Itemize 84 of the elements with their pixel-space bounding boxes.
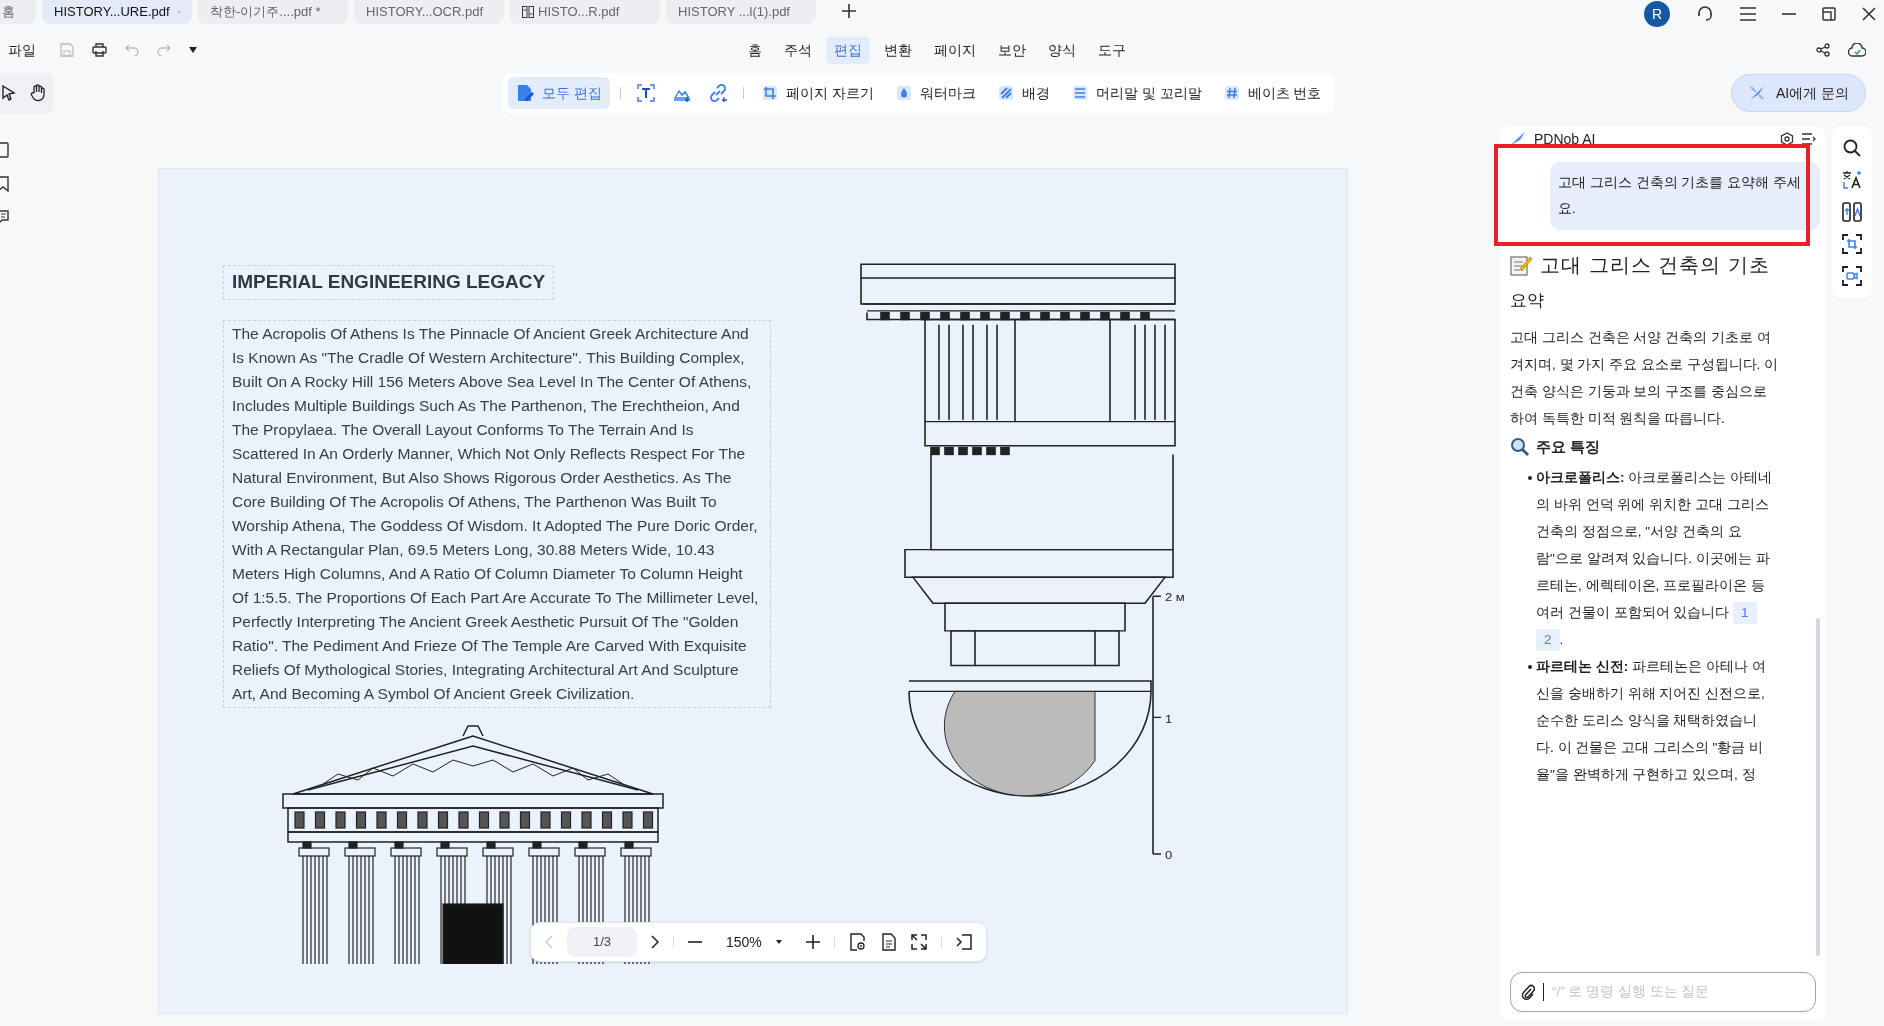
bullet-text: 아크로폴리스: 아크로폴리스는 아테네의 바위 언덕 위에 위치한 고대 그리스 건축의 정점으로, "서양 건축의 요람"으로 알려져 있습니다. 이곳에는 파르테논, 에렉테이온, 프로필라이온 등 여러 건물이 포함되어 있습니다 1 2 .	[1536, 464, 1772, 653]
page-number-field[interactable]: 1/3	[567, 927, 637, 957]
hash-icon	[1223, 85, 1240, 101]
document-tab[interactable]: HISTORY ...l(1).pdf	[666, 0, 816, 24]
document-heading: IMPERIAL ENGINEERING LEGACY	[223, 265, 555, 300]
panel-title: PDNob AI	[1534, 129, 1596, 149]
next-page-icon[interactable]	[651, 935, 659, 949]
document-tab[interactable]: HISTORY...OCR.pdf	[354, 0, 504, 24]
user-message-bubble: 고대 그리스 건축의 기초를 요약해 주세요.	[1550, 162, 1820, 230]
parallel-translate-icon[interactable]	[1842, 202, 1862, 222]
watermark-icon	[895, 85, 912, 101]
exit-panel-icon[interactable]	[955, 934, 972, 950]
document-tab[interactable]: HISTORY...URE.pdf	[42, 0, 192, 24]
share-icon[interactable]	[1816, 43, 1830, 57]
menu-tab[interactable]: 변환	[876, 36, 920, 64]
edit-text-icon[interactable]	[636, 84, 655, 102]
document-tab[interactable]: 착한-이기주....pdf *	[198, 0, 348, 24]
fullscreen-icon[interactable]	[910, 934, 927, 950]
response-title: 고대 그리스 건축의 기초	[1540, 253, 1770, 278]
zoom-in-icon[interactable]	[805, 935, 820, 949]
section-title: 주요 특징	[1536, 436, 1601, 457]
magnifier-icon	[1510, 436, 1530, 457]
citation-link[interactable]: 2	[1536, 629, 1560, 651]
print-icon[interactable]	[92, 43, 107, 57]
view-mode-icon[interactable]	[848, 933, 867, 951]
comment-icon[interactable]	[0, 210, 10, 224]
menu-tab[interactable]: 페이지	[926, 36, 984, 64]
bullet-text: 파르테논 신전: 파르테논은 아테나 여신을 숭배하기 위해 지어진 신전으로, 순수한 도리스 양식을 채택하였습니다. 이 건물은 고대 그리스의 "황금 비율"을 완벽하게 구현하고 있으며, 정	[1536, 658, 1767, 784]
document-tab[interactable]: 홈	[0, 0, 36, 24]
sparkle-icon	[1747, 84, 1766, 102]
menu-tab[interactable]: 양식	[1040, 36, 1084, 64]
chat-input-field[interactable]: “/” 로 명령 실행 또는 질문	[1510, 972, 1816, 1012]
history-list-icon[interactable]	[1802, 133, 1816, 145]
compare-icon	[522, 6, 534, 18]
page-thumbnail-icon[interactable]	[0, 142, 10, 158]
file-menu[interactable]: 파일	[0, 39, 36, 61]
support-headset-icon[interactable]	[1696, 5, 1714, 23]
bookmark-icon[interactable]	[0, 176, 10, 192]
header-footer-icon	[1071, 85, 1088, 101]
document-paragraph: The Acropolis Of Athens Is The Pinnacle Of Ancient Greek Architecture And Is Known As "The Cradle Of Western Architecture". This Building Complex, Built On A Rocky Hill 156 Meters Above Sea Level In The Center Of Athens, Includes Multiple Buildings Such As The Parthenon, The Erechtheion, And The Propylaea. The Overall Layout Conforms To The Terrain And Is Scattered In An Orderly Manner, Which Not Only Reflects Respect For The Natural Environment, But Also Shows Rigorous Order Aesthetics. As The Core Building Of The Acropolis Of Athens, The Parthenon Was Built To Worship Athena, The Goddess Of Wisdom. It Adopted The Pure Doric Order, With A Rectangular Plan, 69.5 Meters Long, 30.88 Meters Wide, 10.43 Meters High Columns, And A Ratio Of Column Diameter To Column Height Of 1:5.5. The Proportions Of Each Part Are Accurate To The Millimeter Level, Perfectly Interpreting The Ancient Greek Aesthetic Pursuit Of The "Golden Ratio". The Pediment And Frieze Of The Temple Are Carved With Exquisite Reliefs Of Mythological Stories, Integrating Architectural Art And Sculpture Art, And Becoming A Symbol Of Ancient Greek Civilization.	[223, 319, 771, 708]
crop-screenshot-icon[interactable]	[1842, 234, 1862, 254]
screen-record-icon[interactable]	[1842, 266, 1862, 286]
document-tab[interactable]: HISTO...R.pdf	[510, 0, 660, 24]
menu-tab[interactable]: 도구	[1090, 36, 1134, 64]
toolbar-button[interactable]: 머리말 및 꼬리말	[1063, 77, 1210, 109]
scale-label: 1	[1165, 712, 1173, 726]
zoom-level-dropdown[interactable]: 150%	[716, 931, 792, 953]
settings-icon[interactable]	[1780, 132, 1794, 146]
close-icon[interactable]	[1862, 7, 1876, 21]
menu-icon[interactable]	[1740, 7, 1756, 21]
summary-paragraph: 고대 그리스 건축은 서양 건축의 기초로 여겨지며, 몇 가지 주요 요소로 구성됩니다. 이 건축 양식은 기둥과 보의 구조를 중심으로 하여 독특한 미적 원칙을 따릅니다.	[1510, 328, 1779, 428]
scrollbar[interactable]	[1816, 618, 1820, 956]
dropdown-caret-icon[interactable]	[189, 47, 197, 53]
paperclip-icon[interactable]	[1521, 984, 1535, 1000]
menu-tab[interactable]: 보안	[990, 36, 1034, 64]
memo-icon	[1510, 254, 1532, 276]
edit-link-icon[interactable]	[708, 84, 727, 102]
new-tab-icon[interactable]	[842, 4, 856, 18]
toolbar-button[interactable]: 페이지 자르기	[753, 77, 882, 109]
page-layout-icon[interactable]	[880, 933, 897, 951]
search-icon[interactable]	[1842, 138, 1862, 158]
response-subtitle: 요약	[1510, 290, 1544, 312]
menu-tab[interactable]: 홈	[740, 36, 770, 64]
cloud-check-icon[interactable]	[1848, 43, 1866, 57]
pointer-icon[interactable]	[2, 85, 16, 101]
scale-label: 2 м	[1165, 591, 1185, 605]
menu-tab[interactable]: 편집	[826, 36, 870, 64]
toolbar-button[interactable]: 베이츠 번호	[1215, 77, 1330, 109]
scale-label: 0	[1165, 849, 1173, 862]
edit-all-icon	[516, 84, 534, 102]
toolbar-button[interactable]: 모두 편집	[508, 77, 610, 109]
ai-logo-icon	[1510, 132, 1526, 146]
crop-page-icon	[761, 85, 778, 101]
caret-icon	[775, 940, 782, 944]
background-icon	[997, 85, 1014, 101]
hand-icon[interactable]	[30, 84, 46, 102]
toolbar-button[interactable]: 배경	[989, 77, 1058, 109]
restore-icon[interactable]	[1822, 7, 1836, 21]
message-input[interactable]: “/” 로 명령 실행 또는 질문	[1552, 981, 1805, 1003]
menu-tab[interactable]: 주석	[776, 36, 820, 64]
ask-ai-button[interactable]: AI에게 문의	[1730, 74, 1866, 112]
toolbar-button[interactable]: 워터마크	[887, 77, 984, 109]
account-avatar[interactable]: R	[1644, 1, 1670, 27]
translate-icon[interactable]	[1842, 170, 1862, 190]
